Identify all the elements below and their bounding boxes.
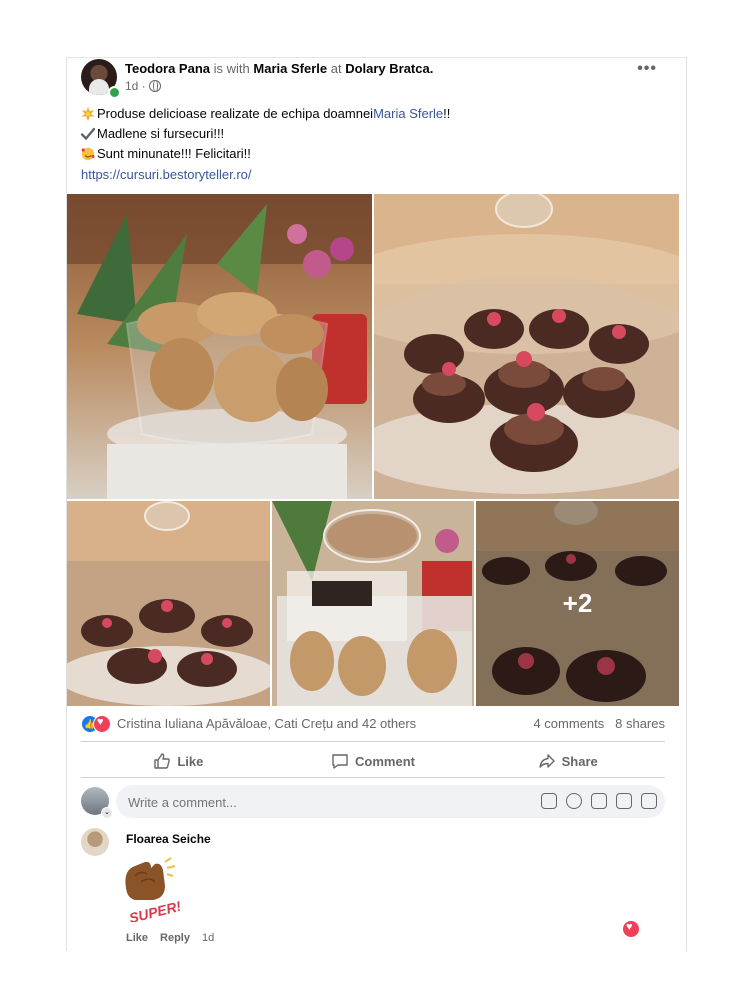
photo-grid: +2 [67,194,679,706]
post-line-1-text: Produse delicioase realizate de echipa d… [97,106,374,121]
post-time[interactable]: 1d · [125,79,146,93]
post-line-1-end: !! [443,106,451,121]
divider [81,741,665,742]
commenter-avatar[interactable] [81,828,109,856]
globe-icon [148,80,161,92]
camera-icon[interactable] [591,793,607,809]
post-header: Teodora Pana is with Maria Sferle at Dol… [81,58,671,102]
more-options-icon[interactable]: ••• [637,60,657,78]
more-photos-count[interactable]: +2 [476,501,679,706]
post-meta: 1d · [125,79,161,93]
check-mark-emoji-icon [81,127,95,141]
super-sticker-label: SUPER! [127,898,183,922]
smiling-face-with-hearts-emoji-icon [81,147,95,161]
share-arrow-icon [538,754,555,768]
share-button[interactable]: Share [470,745,665,777]
place-name[interactable]: Dolary Bratca. [345,61,433,76]
with-text: is with [213,61,250,76]
comment-composer: ⌄ [81,785,665,819]
thumbs-up-icon [154,753,171,769]
comment-button[interactable]: Comment [276,745,471,777]
reactions-row: 👍 Cristina Iuliana Apăvăloae, Cati Crețu… [81,713,665,735]
post-line-2: Madlene si fursecuri!!! [81,124,671,144]
photo-cookies-jar[interactable] [67,194,372,499]
divider [81,777,665,778]
comment-reply-link[interactable]: Reply [160,932,190,944]
author-name[interactable]: Teodora Pana [125,61,210,76]
comment-item: Floarea Seiche SUPER! Like Reply 1d [81,828,665,948]
post-line-1: Produse delicioase realizate de echipa d… [81,104,671,124]
chevron-down-icon[interactable]: ⌄ [101,807,113,819]
tagged-name[interactable]: Maria Sferle [253,61,327,76]
comment-box[interactable] [116,785,665,818]
comment-actions: Like Reply 1d [126,932,214,944]
shares-count[interactable]: 8 shares [615,716,665,731]
photo-tarts-dome-2[interactable] [67,501,270,706]
post-url-link[interactable]: https://cursuri.bestoryteller.ro/ [81,167,252,182]
love-reaction-icon [93,715,111,733]
post-line-3: Sunt minunate!!! Felicitari!! [81,144,671,164]
sticker-icon[interactable] [641,793,657,809]
photo-tarts-dome[interactable] [374,194,679,499]
reaction-icons[interactable]: 👍 [81,715,113,733]
composer-icons [541,793,657,809]
photo-cookie-bags[interactable] [272,501,474,706]
photo-more[interactable]: +2 [476,501,679,706]
collision-emoji-icon [81,107,95,121]
like-button-label: Like [177,753,204,769]
comments-count[interactable]: 4 comments [533,716,604,731]
comment-time[interactable]: 1d [202,932,214,944]
commenter-name[interactable]: Floarea Seiche [126,832,211,846]
mention-link[interactable]: Maria Sferle [373,104,443,124]
at-text: at [330,61,342,76]
super-sticker[interactable]: SUPER! [121,856,183,922]
gif-icon[interactable] [616,793,632,809]
emoji-icon[interactable] [566,793,582,809]
post-line-3-text: Sunt minunate!!! Felicitari!! [97,146,251,161]
speech-bubble-icon [332,754,348,769]
like-button[interactable]: Like [81,745,276,777]
avatar-sticker-icon[interactable] [541,793,557,809]
comment-button-label: Comment [355,753,415,769]
share-button-label: Share [561,753,598,769]
post-line-2-text: Madlene si fursecuri!!! [97,126,225,141]
online-status-dot [108,86,121,99]
comment-input[interactable] [126,792,510,812]
action-bar: Like Comment Share [81,745,665,777]
comment-love-reaction-icon[interactable] [623,921,639,937]
post-text: Produse delicioase realizate de echipa d… [81,104,671,164]
post-header-line: Teodora Pana is with Maria Sferle at Dol… [125,61,433,76]
comment-like-link[interactable]: Like [126,932,148,944]
reactors-names[interactable]: Cristina Iuliana Apăvăloae, Cati Crețu a… [117,716,416,731]
comments-shares-count: 4 comments 8 shares [533,716,665,731]
post-card: Teodora Pana is with Maria Sferle at Dol… [66,57,687,951]
